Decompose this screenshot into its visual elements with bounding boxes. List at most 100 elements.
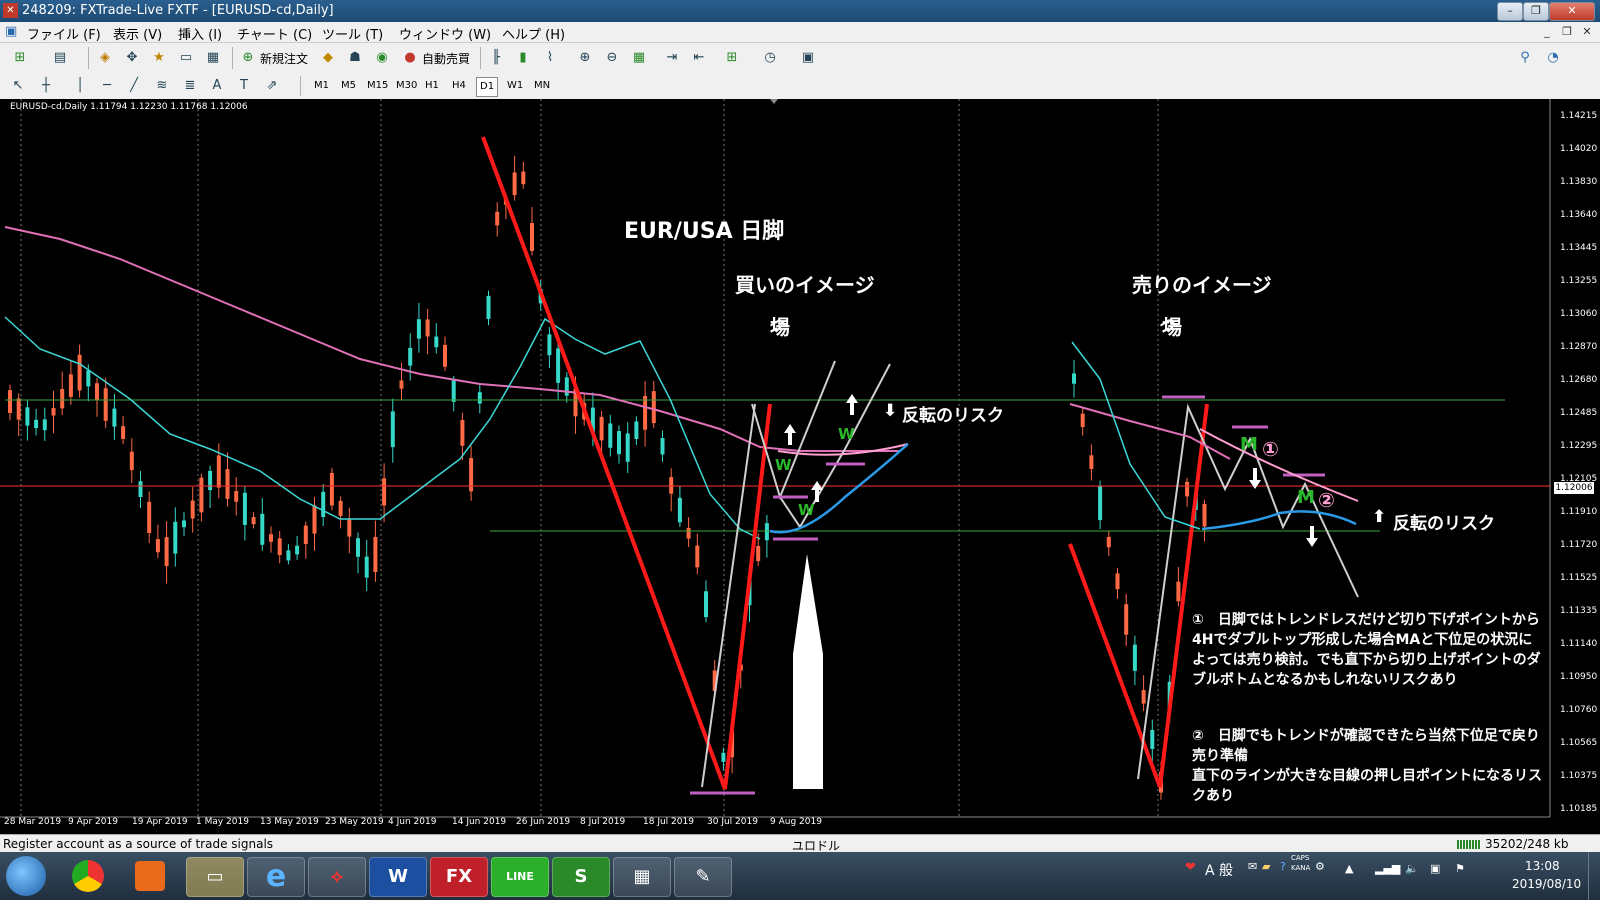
volume-icon[interactable]: 🔈 xyxy=(1405,862,1419,875)
fx-icon[interactable]: FX xyxy=(430,857,488,897)
mql5-icon[interactable]: ☗ xyxy=(345,48,365,68)
timeframe-m5[interactable]: M5 xyxy=(338,77,359,95)
chat-icon[interactable]: ◔ xyxy=(1543,48,1563,68)
metaeditor-icon[interactable]: ◆ xyxy=(318,48,338,68)
clock-time[interactable]: 13:08 xyxy=(1525,859,1560,873)
signals-icon[interactable]: ◉ xyxy=(372,48,392,68)
data-window-icon[interactable]: ★ xyxy=(149,48,169,68)
timeframe-m15[interactable]: M15 xyxy=(364,77,391,95)
mdi-chart-icon[interactable]: ▣ xyxy=(5,24,17,39)
terminal-icon[interactable]: ▭ xyxy=(176,48,196,68)
tester-icon[interactable]: ▦ xyxy=(203,48,223,68)
buy-projection-1[interactable] xyxy=(751,360,836,501)
candle-body xyxy=(669,477,674,494)
menu-help[interactable]: ヘルプ (H) xyxy=(502,24,565,43)
windows-start-icon[interactable] xyxy=(6,856,46,896)
horizontal-line-icon[interactable]: ─ xyxy=(97,76,117,96)
zoom-out-icon[interactable]: ⊖ xyxy=(602,48,622,68)
periods-icon[interactable]: ◷ xyxy=(760,48,780,68)
ime-settings-icon[interactable]: ⚙ xyxy=(1315,860,1325,873)
clock-date[interactable]: 2019/08/10 xyxy=(1512,877,1581,891)
profiles-icon[interactable]: ▤ xyxy=(50,48,70,68)
line-chart-icon[interactable]: ⌇ xyxy=(540,48,560,68)
auto-trading-button[interactable]: 自動売買 xyxy=(422,50,470,67)
w-pattern-label: W xyxy=(798,501,815,519)
timeframe-m1[interactable]: M1 xyxy=(311,77,332,95)
arrows-icon[interactable]: ⇗ xyxy=(262,76,282,96)
menu-file[interactable]: ファイル (F) xyxy=(27,24,101,43)
mdi-minimize-icon[interactable]: _ xyxy=(1538,24,1556,40)
timeframe-d1[interactable]: D1 xyxy=(476,77,499,97)
chrome-icon[interactable] xyxy=(72,860,104,892)
action-center-icon[interactable]: ⚑ xyxy=(1455,862,1465,875)
channel-icon[interactable]: ≋ xyxy=(152,76,172,96)
cursor-icon[interactable]: ↖ xyxy=(8,76,28,96)
tray-notification-icon[interactable]: ❤ xyxy=(1185,860,1196,875)
price-tick-label: 1.12870 xyxy=(1560,342,1598,352)
ime-indicator[interactable]: A 般 xyxy=(1205,860,1233,880)
close-button[interactable]: ✕ xyxy=(1549,2,1595,21)
templates-icon[interactable]: ▣ xyxy=(798,48,818,68)
text-icon[interactable]: A xyxy=(207,76,227,96)
word-icon[interactable]: W xyxy=(369,857,427,897)
candlestick-icon[interactable]: ▮ xyxy=(513,48,533,68)
connection-status[interactable]: 35202/248 kb xyxy=(1485,837,1569,851)
ime-help-icon[interactable]: ? xyxy=(1280,860,1286,873)
paint-icon[interactable]: ✎ xyxy=(674,857,732,897)
ime-tools-icon[interactable]: ✉ xyxy=(1248,860,1257,873)
crosshair-icon[interactable]: ┼ xyxy=(36,76,56,96)
timeframe-w1[interactable]: W1 xyxy=(504,77,526,95)
new-order-icon[interactable]: ⊕ xyxy=(238,48,258,68)
fibonacci-icon[interactable]: ≣ xyxy=(180,76,200,96)
separator xyxy=(300,76,301,96)
timeframe-mn[interactable]: MN xyxy=(531,77,553,95)
network-icon[interactable]: ▣ xyxy=(1430,862,1440,875)
menu-tools[interactable]: ツール (T) xyxy=(322,24,383,43)
timeframe-h4[interactable]: H4 xyxy=(449,77,469,95)
tile-windows-icon[interactable]: ▦ xyxy=(629,48,649,68)
market-watch-icon[interactable]: ◈ xyxy=(95,48,115,68)
chart-shift-icon[interactable]: ⇤ xyxy=(689,48,709,68)
line-icon[interactable]: LINE xyxy=(491,857,549,897)
buy-projection-2[interactable] xyxy=(779,363,891,529)
candle-body xyxy=(312,505,317,534)
menu-insert[interactable]: 挿入 (I) xyxy=(178,24,222,43)
internet-explorer-icon[interactable]: e xyxy=(247,857,305,897)
auto-scroll-icon[interactable]: ⇥ xyxy=(662,48,682,68)
mdi-close-icon[interactable]: ✕ xyxy=(1578,24,1596,40)
status-message[interactable]: Register account as a source of trade si… xyxy=(3,837,273,851)
show-desktop-button[interactable] xyxy=(1588,852,1600,900)
candle-body xyxy=(547,334,552,356)
vertical-line-icon[interactable]: │ xyxy=(70,76,90,96)
show-hidden-icons[interactable]: ▲ xyxy=(1345,862,1353,875)
media-player-icon[interactable] xyxy=(135,861,165,891)
new-order-button[interactable]: 新規注文 xyxy=(260,50,308,67)
candle-body xyxy=(1141,690,1146,704)
menu-view[interactable]: 表示 (V) xyxy=(113,24,162,43)
menu-window[interactable]: ウィンドウ (W) xyxy=(399,24,491,43)
restore-button[interactable]: ❐ xyxy=(1523,2,1549,21)
indicators-icon[interactable]: ⊞ xyxy=(722,48,742,68)
search-icon[interactable]: ⚲ xyxy=(1515,48,1535,68)
timeframe-h1[interactable]: H1 xyxy=(422,77,442,95)
bar-chart-icon[interactable]: ╟ xyxy=(486,48,506,68)
sheets-icon[interactable]: S xyxy=(552,857,610,897)
trendline-icon[interactable]: ╱ xyxy=(124,76,144,96)
minimize-button[interactable]: – xyxy=(1497,2,1523,21)
chart-window[interactable]: EURUSD-cd,Daily 1.11794 1.12230 1.11768 … xyxy=(0,99,1600,834)
menu-chart[interactable]: チャート (C) xyxy=(237,24,312,43)
auto-trading-icon[interactable]: ● xyxy=(400,48,420,68)
sell-projection[interactable] xyxy=(1137,403,1359,780)
mdi-restore-icon[interactable]: ❐ xyxy=(1558,24,1576,40)
new-chart-icon[interactable]: ⊞ xyxy=(10,48,30,68)
ime-dictionary-icon[interactable]: ▰ xyxy=(1262,860,1270,873)
calculator-icon[interactable]: ▦ xyxy=(613,857,671,897)
file-explorer-icon[interactable]: ▭ xyxy=(186,857,244,897)
text-label-icon[interactable]: T xyxy=(234,76,254,96)
price-chart[interactable] xyxy=(0,99,1600,834)
acrobat-icon[interactable]: ⟡ xyxy=(308,857,366,897)
navigator-icon[interactable]: ✥ xyxy=(122,48,142,68)
separator xyxy=(232,47,233,69)
zoom-in-icon[interactable]: ⊕ xyxy=(575,48,595,68)
timeframe-m30[interactable]: M30 xyxy=(393,77,420,95)
